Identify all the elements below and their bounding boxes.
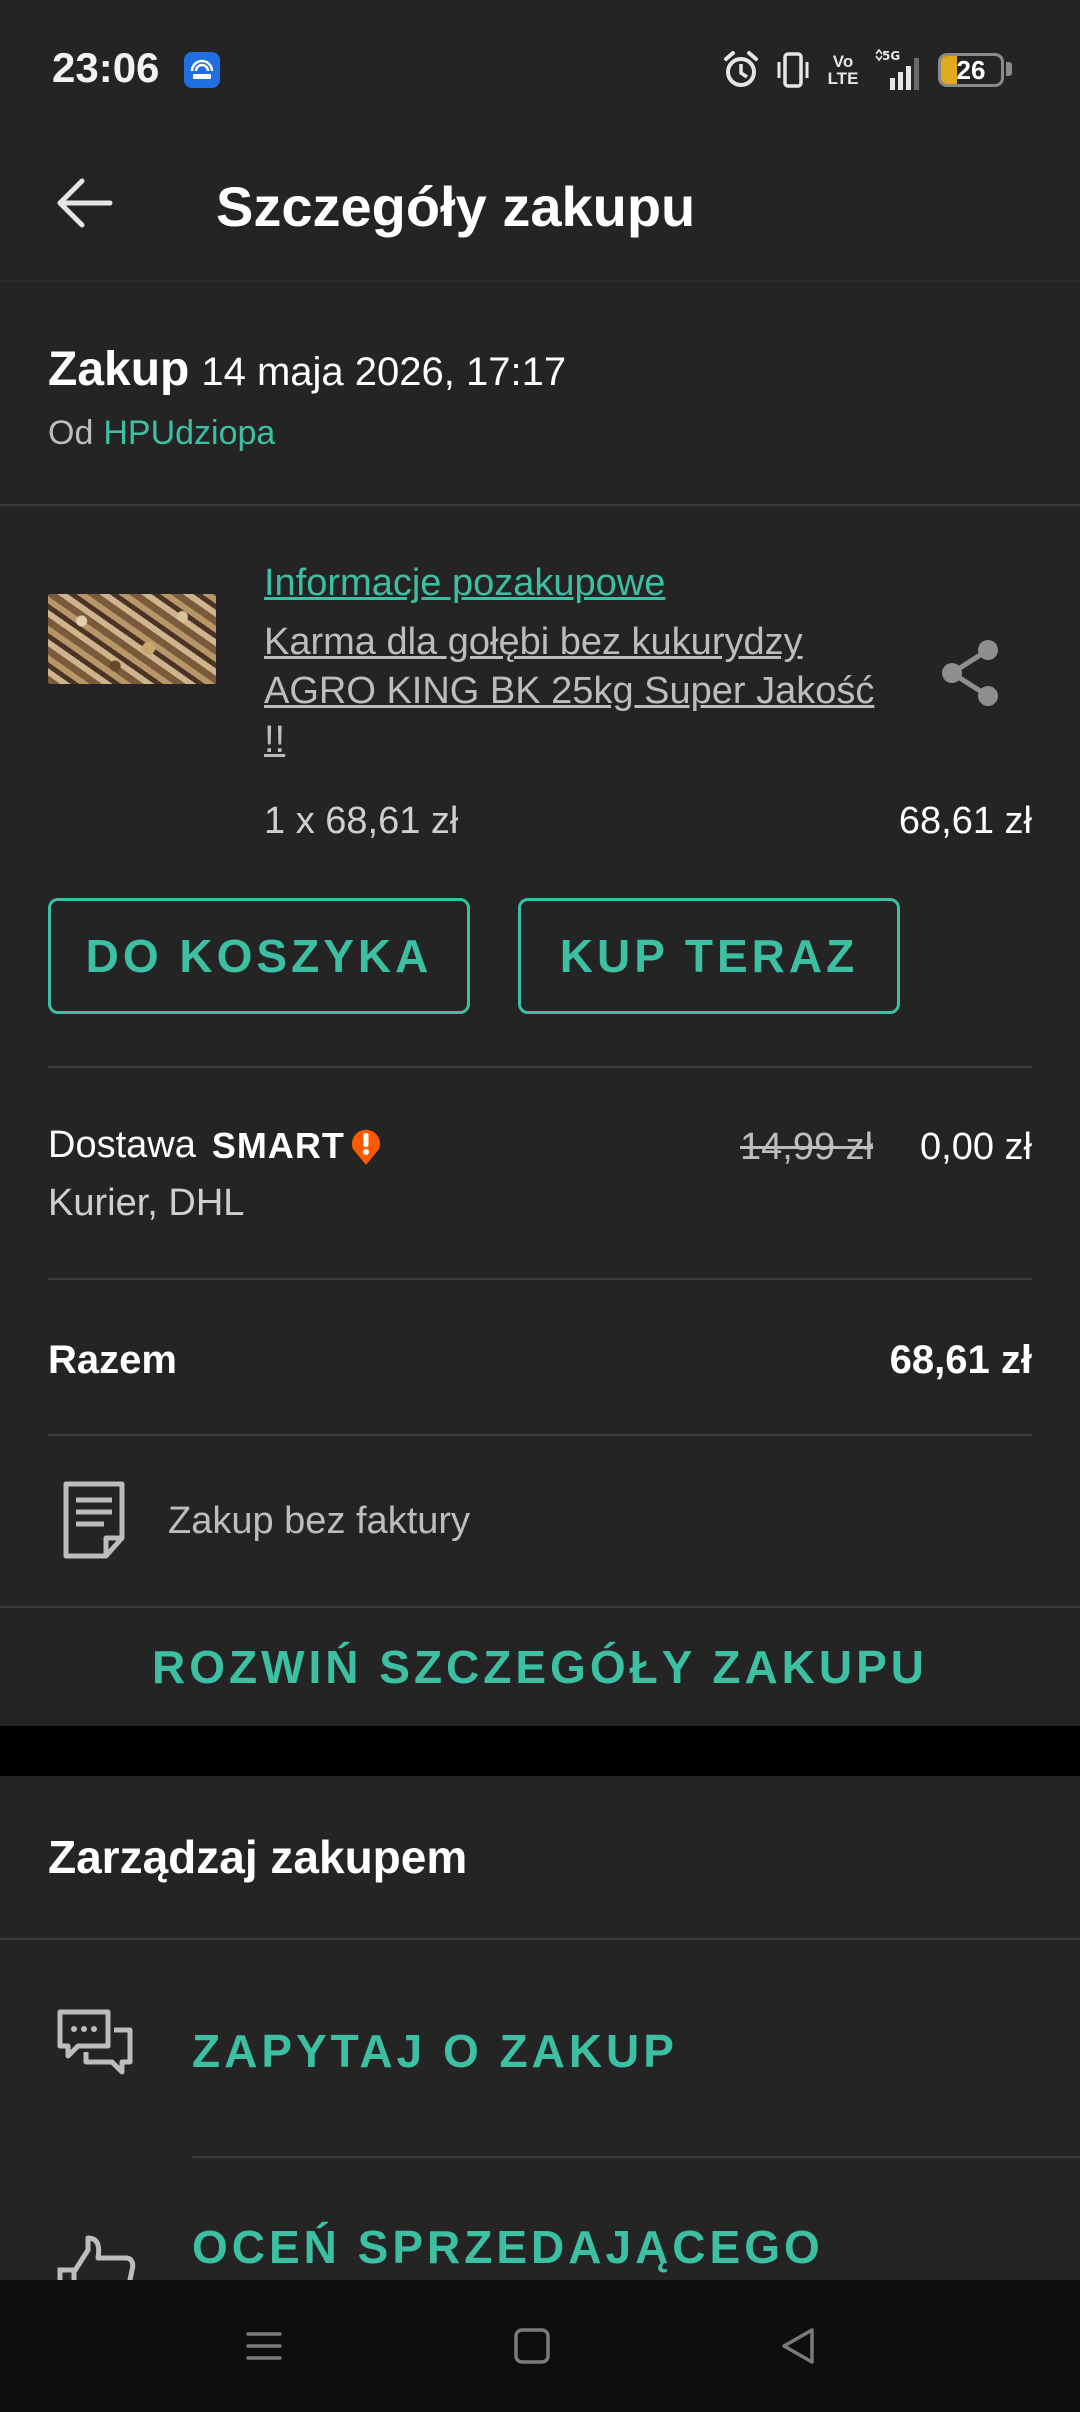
section-gap <box>0 1726 1080 1776</box>
back-button[interactable] <box>48 166 122 240</box>
item-quantity-price: 1 x 68,61 zł <box>264 800 459 842</box>
delivery-line: Dostawa SMART <box>48 1124 383 1167</box>
divider <box>48 1066 1032 1068</box>
item-thumbnail[interactable] <box>48 594 216 684</box>
volte-icon: Vo LTE <box>827 52 859 88</box>
arrow-left-icon <box>57 178 113 228</box>
item-title-link[interactable]: Karma dla gołębi bez kukurydzy AGRO KING… <box>264 618 884 765</box>
system-back-button[interactable] <box>738 2280 858 2412</box>
delivery-label: Dostawa <box>48 1124 196 1166</box>
home-button[interactable] <box>472 2280 592 2412</box>
purchase-label: Zakup <box>48 343 190 396</box>
page-title: Szczegóły zakupu <box>216 175 696 238</box>
divider <box>48 1434 1032 1436</box>
toolbar: Szczegóły zakupu <box>0 130 1080 280</box>
purchase-date: 14 maja 2026, 17:17 <box>201 350 567 394</box>
share-icon <box>942 640 998 706</box>
navigation-bar <box>0 2280 1080 2412</box>
home-square-icon <box>514 2328 550 2364</box>
purchase-line: Zakup 14 maja 2026, 17:17 <box>48 342 566 397</box>
delivery-old-price: 14,99 zł <box>740 1126 874 1168</box>
share-button[interactable] <box>936 636 1006 710</box>
add-to-cart-button[interactable]: DO KOSZYKA <box>48 898 470 1014</box>
status-bar: 23:06 Vo LTE 5G 26 <box>0 0 1080 130</box>
total-value: 68,61 zł <box>889 1338 1032 1382</box>
screen: 23:06 Vo LTE 5G 26 Szczegóły zakupu Zaku… <box>0 0 1080 2412</box>
invoice-icon <box>63 1481 125 1559</box>
app-notification-icon <box>184 52 220 88</box>
vibrate-icon <box>777 52 809 88</box>
buy-now-button[interactable]: KUP TERAZ <box>518 898 900 1014</box>
item-total: 68,61 zł <box>898 800 1032 842</box>
triangle-back-icon <box>782 2328 814 2364</box>
svg-text:5G: 5G <box>882 49 900 63</box>
chat-icon <box>57 2009 133 2075</box>
battery-icon: 26 <box>938 53 1004 87</box>
seller-prefix: Od <box>48 414 94 452</box>
expand-details-button[interactable]: ROZWIŃ SZCZEGÓŁY ZAKUPU <box>0 1608 1080 1726</box>
divider <box>0 504 1080 506</box>
ask-about-purchase-button[interactable]: ZAPYTAJ O ZAKUP <box>0 1940 1080 2100</box>
delivery-carrier: Kurier, DHL <box>48 1182 245 1224</box>
divider <box>48 1278 1032 1280</box>
smart-text: SMART <box>211 1124 345 1166</box>
alarm-icon <box>724 51 758 87</box>
signal-icon: 5G <box>875 48 919 90</box>
status-time: 23:06 <box>52 44 160 91</box>
seller-link[interactable]: HPUdziopa <box>103 414 275 452</box>
battery-level: 26 <box>956 54 986 85</box>
invoice-text: Zakup bez faktury <box>168 1500 471 1542</box>
recent-apps-button[interactable] <box>204 2280 324 2412</box>
total-label: Razem <box>48 1338 177 1382</box>
status-icons: Vo LTE 5G 26 <box>722 46 1004 94</box>
smart-logo: SMART <box>212 1125 383 1167</box>
manage-title: Zarządzaj zakupem <box>48 1831 468 1883</box>
post-purchase-info-link[interactable]: Informacje pozakupowe <box>264 562 665 605</box>
battery-cap <box>1006 62 1012 76</box>
rate-seller-label: OCEŃ SPRZEDAJĄCEGO <box>192 2221 824 2273</box>
delivery-price: 0,00 zł <box>920 1126 1032 1168</box>
purchase-header: Zakup 14 maja 2026, 17:17 Od HPUdziopa <box>0 280 1080 506</box>
ask-about-purchase-label: ZAPYTAJ O ZAKUP <box>192 2025 678 2077</box>
seller-line: Od HPUdziopa <box>48 414 275 453</box>
menu-icon <box>246 2332 282 2360</box>
smart-exclamation-icon <box>351 1129 380 1165</box>
